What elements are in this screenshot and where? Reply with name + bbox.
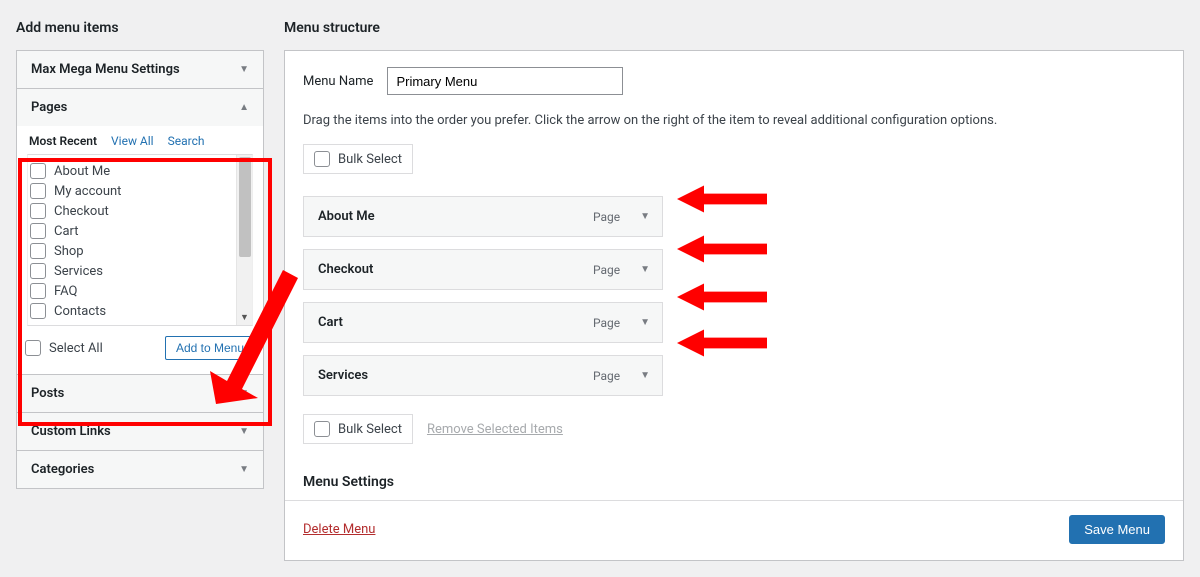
- delete-menu-link[interactable]: Delete Menu: [303, 522, 375, 537]
- menu-item-type: Page: [593, 369, 620, 383]
- page-checkbox[interactable]: [30, 283, 46, 299]
- chevron-down-icon: ▼: [239, 426, 249, 437]
- add-to-menu-button[interactable]: Add to Menu: [165, 336, 255, 360]
- page-checkbox[interactable]: [30, 183, 46, 199]
- menu-item[interactable]: Cart Page ▼: [303, 302, 663, 343]
- save-menu-button[interactable]: Save Menu: [1069, 515, 1165, 544]
- chevron-down-icon[interactable]: ▼: [640, 211, 650, 222]
- menu-item[interactable]: About Me Page ▼: [303, 196, 663, 237]
- menu-item-name: Checkout: [318, 262, 373, 277]
- remove-selected-link[interactable]: Remove Selected Items: [427, 422, 563, 437]
- accordion-item-posts[interactable]: Posts ▼: [17, 375, 263, 413]
- bulk-select-label: Bulk Select: [338, 422, 402, 437]
- page-row[interactable]: About Me: [30, 161, 246, 181]
- page-checkbox[interactable]: [30, 243, 46, 259]
- page-row[interactable]: Checkout: [30, 201, 246, 221]
- menu-item-type: Page: [593, 263, 620, 277]
- chevron-down-icon: ▼: [239, 64, 249, 75]
- page-row[interactable]: Shop: [30, 241, 246, 261]
- menu-settings-heading: Menu Settings: [303, 474, 1165, 490]
- chevron-down-icon: ▼: [239, 464, 249, 475]
- tab-most-recent[interactable]: Most Recent: [29, 134, 97, 148]
- bulk-select-checkbox[interactable]: [314, 151, 330, 167]
- menu-item-type: Page: [593, 210, 620, 224]
- accordion-label: Pages: [31, 100, 67, 115]
- page-checkbox[interactable]: [30, 303, 46, 319]
- page-checkbox[interactable]: [30, 223, 46, 239]
- accordion-label: Categories: [31, 462, 94, 477]
- menu-item-name: Cart: [318, 315, 343, 330]
- accordion-item-custom-links[interactable]: Custom Links ▼: [17, 413, 263, 451]
- bulk-select-label: Bulk Select: [338, 152, 402, 167]
- add-menu-items-heading: Add menu items: [16, 20, 264, 36]
- chevron-up-icon: ▲: [239, 102, 249, 113]
- accordion-label: Custom Links: [31, 424, 111, 439]
- page-row[interactable]: My account: [30, 181, 246, 201]
- bulk-select-bottom[interactable]: Bulk Select: [303, 414, 413, 444]
- accordion: Max Mega Menu Settings ▼ Pages ▲ Most Re…: [16, 50, 264, 489]
- page-checkbox[interactable]: [30, 263, 46, 279]
- menu-name-label: Menu Name: [303, 74, 373, 89]
- scrollbar[interactable]: ▼: [236, 155, 252, 325]
- chevron-down-icon[interactable]: ▼: [240, 312, 249, 323]
- tab-view-all[interactable]: View All: [111, 134, 154, 148]
- page-label: Shop: [54, 244, 84, 259]
- page-label: Checkout: [54, 204, 109, 219]
- menu-item[interactable]: Checkout Page ▼: [303, 249, 663, 290]
- drag-hint-text: Drag the items into the order you prefer…: [303, 113, 1165, 128]
- accordion-label: Posts: [31, 386, 64, 401]
- page-row[interactable]: Contacts: [30, 301, 246, 321]
- page-row[interactable]: Services: [30, 261, 246, 281]
- select-all-row[interactable]: Select All: [25, 338, 103, 358]
- select-all-checkbox[interactable]: [25, 340, 41, 356]
- menu-item-type: Page: [593, 316, 620, 330]
- menu-name-input[interactable]: [387, 67, 623, 95]
- page-label: Services: [54, 264, 103, 279]
- page-row[interactable]: Cart: [30, 221, 246, 241]
- select-all-label: Select All: [49, 341, 103, 356]
- chevron-down-icon[interactable]: ▼: [640, 264, 650, 275]
- menu-item-name: About Me: [318, 209, 375, 224]
- menu-structure-heading: Menu structure: [284, 20, 1184, 36]
- chevron-down-icon[interactable]: ▼: [640, 370, 650, 381]
- menu-item-name: Services: [318, 368, 368, 383]
- page-label: Cart: [54, 224, 79, 239]
- page-checkbox[interactable]: [30, 203, 46, 219]
- tab-search[interactable]: Search: [168, 134, 205, 148]
- bulk-select-checkbox[interactable]: [314, 421, 330, 437]
- page-row[interactable]: FAQ: [30, 281, 246, 301]
- chevron-down-icon[interactable]: ▼: [640, 317, 650, 328]
- page-label: My account: [54, 184, 121, 199]
- divider: [285, 500, 1183, 501]
- menu-structure-panel: Menu Name Drag the items into the order …: [284, 50, 1184, 561]
- page-label: About Me: [54, 164, 110, 179]
- accordion-item-mega-menu[interactable]: Max Mega Menu Settings ▼: [17, 51, 263, 89]
- pages-panel: Most Recent View All Search About Me My a…: [17, 126, 263, 374]
- scrollbar-thumb[interactable]: [239, 157, 251, 257]
- bulk-select-top[interactable]: Bulk Select: [303, 144, 413, 174]
- accordion-label: Max Mega Menu Settings: [31, 62, 180, 77]
- accordion-item-pages[interactable]: Pages ▲ Most Recent View All Search Abou…: [17, 89, 263, 375]
- chevron-down-icon: ▼: [239, 388, 249, 399]
- menu-item[interactable]: Services Page ▼: [303, 355, 663, 396]
- page-label: FAQ: [54, 284, 77, 299]
- page-checkbox[interactable]: [30, 163, 46, 179]
- accordion-item-categories[interactable]: Categories ▼: [17, 451, 263, 488]
- page-label: Contacts: [54, 304, 106, 319]
